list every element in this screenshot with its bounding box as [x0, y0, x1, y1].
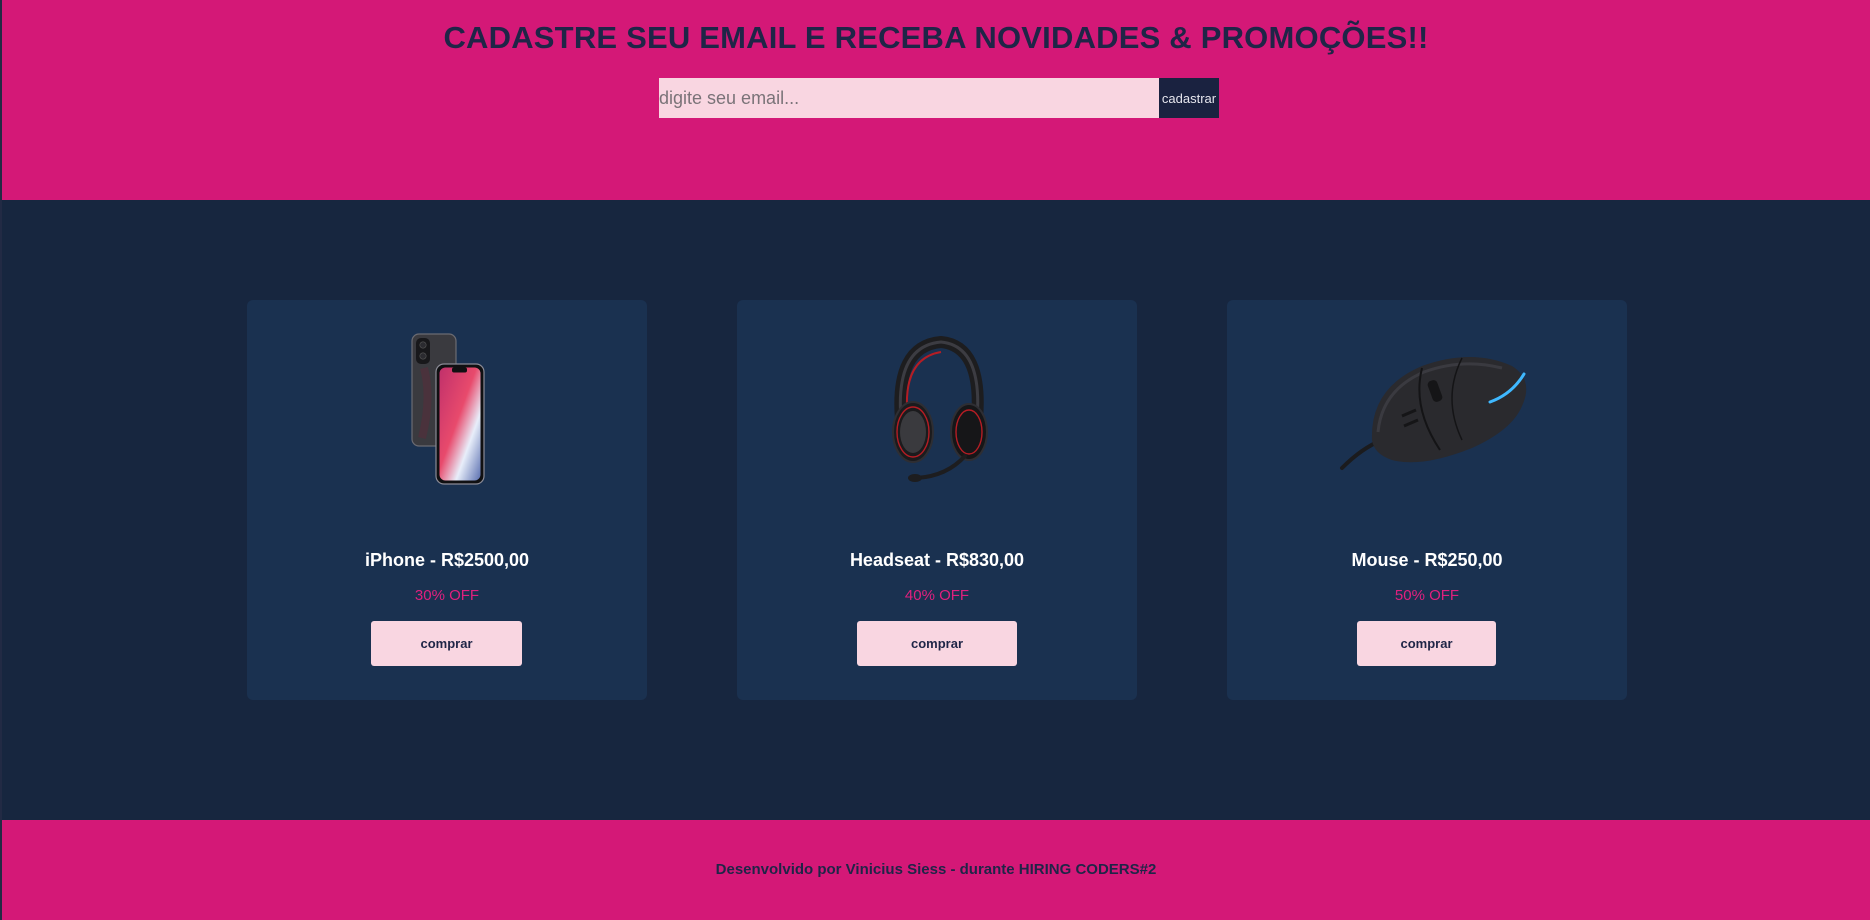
- iphone-image: [247, 328, 647, 488]
- discount-label: 50% OFF: [1394, 587, 1460, 604]
- footer: Desenvolvido por Vinicius Siess - durant…: [2, 820, 1870, 920]
- newsletter-header: CADASTRE SEU EMAIL E RECEBA NOVIDADES & …: [2, 0, 1870, 200]
- mouse-image: [1227, 328, 1627, 488]
- headset-image: [737, 328, 1137, 488]
- product-name: iPhone - R$2500,00: [364, 550, 530, 570]
- newsletter-form: cadastrar: [659, 78, 1219, 118]
- email-input[interactable]: [659, 78, 1159, 118]
- newsletter-title: CADASTRE SEU EMAIL E RECEBA NOVIDADES & …: [443, 20, 1429, 55]
- discount-label: 40% OFF: [904, 587, 970, 604]
- left-edge-strip: [0, 0, 2, 920]
- buy-button-headset[interactable]: comprar: [857, 621, 1017, 666]
- buy-button-iphone[interactable]: comprar: [371, 621, 522, 666]
- discount-label: 30% OFF: [414, 587, 480, 604]
- product-card-mouse: Mouse - R$250,00 50% OFF comprar: [1227, 300, 1627, 700]
- product-name: Headseat - R$830,00: [849, 550, 1025, 570]
- product-card-iphone: iPhone - R$2500,00 30% OFF comprar: [247, 300, 647, 700]
- product-section: iPhone - R$2500,00 30% OFF comprar Heads…: [0, 200, 1870, 820]
- register-button[interactable]: cadastrar: [1159, 78, 1219, 118]
- footer-credit: Desenvolvido por Vinicius Siess - durant…: [715, 861, 1157, 878]
- product-card-headset: Headseat - R$830,00 40% OFF comprar: [737, 300, 1137, 700]
- product-name: Mouse - R$250,00: [1351, 550, 1503, 570]
- buy-button-mouse[interactable]: comprar: [1357, 621, 1496, 666]
